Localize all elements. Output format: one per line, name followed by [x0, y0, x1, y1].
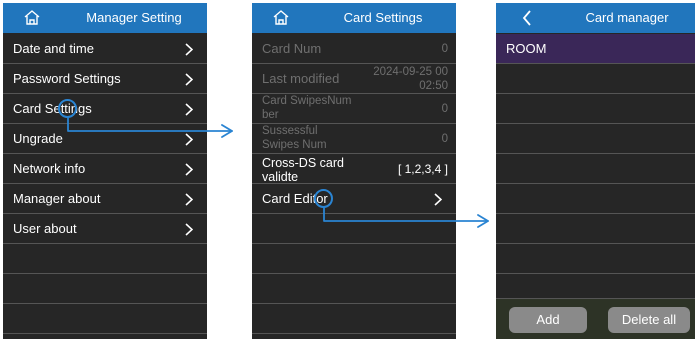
flow-arrows: [67, 116, 489, 228]
arrow-to-card-manager: [323, 206, 489, 222]
arrow-to-card-settings: [67, 116, 233, 132]
